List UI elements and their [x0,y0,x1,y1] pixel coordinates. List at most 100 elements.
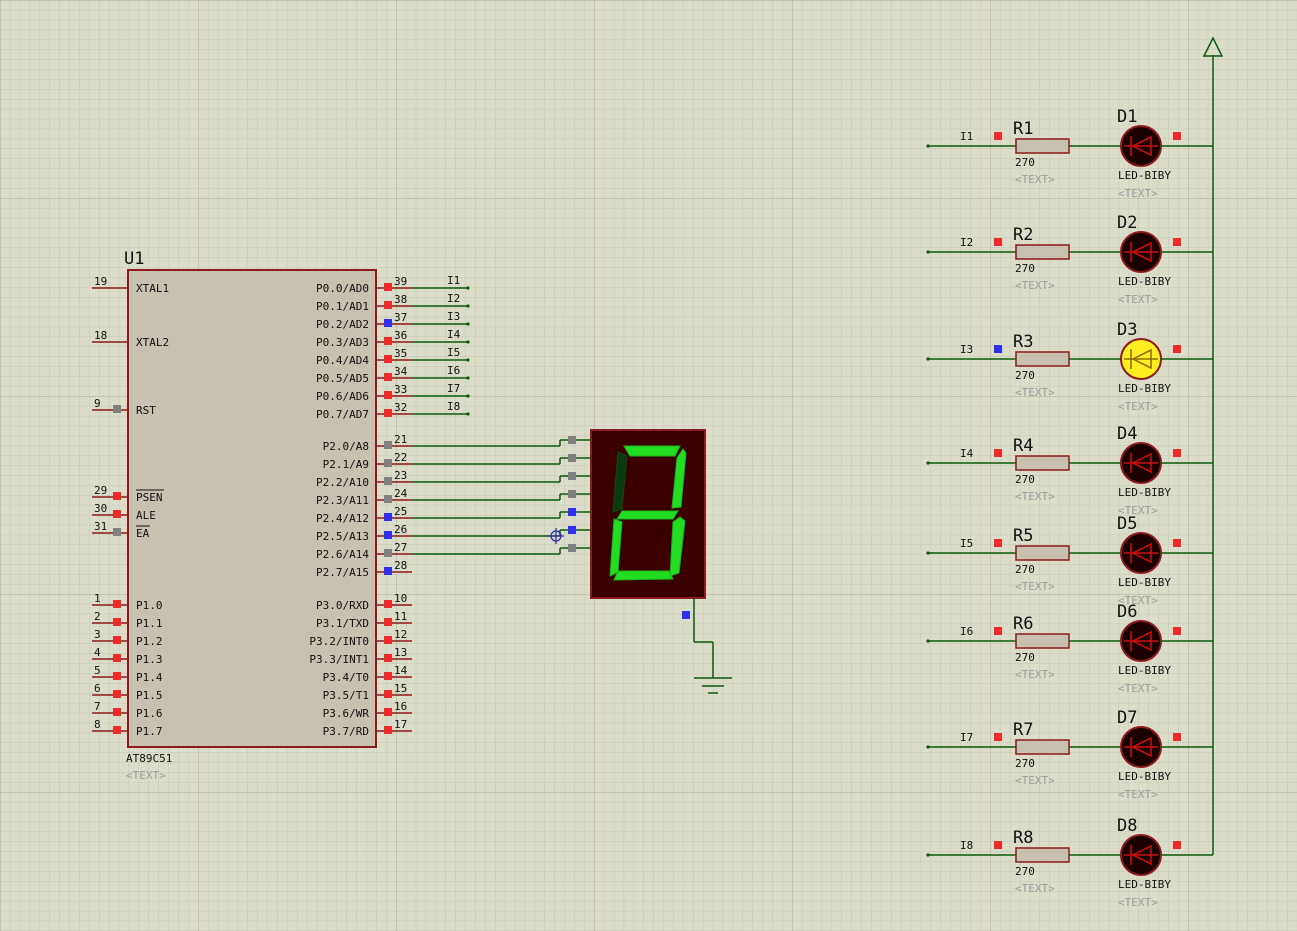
resistor-body[interactable] [1015,633,1070,649]
pin-state-blue [384,319,392,327]
pin-number: 26 [394,523,407,536]
pin-state-red [384,301,392,309]
net-label: I2 [447,292,460,305]
pin-name: P2.3/A11 [316,494,369,507]
wire-end-dot [926,551,930,555]
led-pin-state [1173,733,1181,741]
pin-state-red [113,690,121,698]
led-part: LED-BIBY [1118,486,1171,499]
pin-number: 16 [394,700,407,713]
pin-number: 5 [94,664,101,677]
pin-name: P1.7 [136,725,163,738]
pin-name: P1.0 [136,599,163,612]
pin-name: P0.3/AD3 [316,336,369,349]
pin-name: P0.7/AD7 [316,408,369,421]
wire-end-dot [926,250,930,254]
resistor-ref: R3 [1013,332,1033,352]
pin-state-red [113,708,121,716]
pin-state-red [384,618,392,626]
net-label: I8 [447,400,460,413]
wire-end-dot [926,357,930,361]
resistor-body[interactable] [1015,138,1070,154]
net-pin-state [994,345,1002,353]
pin-name: P2.4/A12 [316,512,369,525]
net-label: I3 [960,343,973,356]
display-pin-grey [568,490,576,498]
pin-state-blue [384,513,392,521]
pin-number: 1 [94,592,101,605]
wire-end-dot [926,639,930,643]
wire-end-dot [466,412,470,416]
resistor-body[interactable] [1015,847,1070,863]
mcu-ref: U1 [124,249,144,269]
resistor-body[interactable] [1015,351,1070,367]
resistor-text-placeholder: <TEXT> [1015,279,1055,292]
led-part: LED-BIBY [1118,169,1171,182]
display-pin-blue [568,508,576,516]
net-label: I2 [960,236,973,249]
pin-name: P2.6/A14 [316,548,369,561]
net-pin-state [994,539,1002,547]
resistor-ref: R2 [1013,225,1033,245]
pin-state-red [384,654,392,662]
net-label: I1 [447,274,460,287]
wire-end-dot [466,322,470,326]
pin-state-red [384,391,392,399]
pin-state-grey [384,549,392,557]
pin-state-grey [113,528,121,536]
resistor-ref: R7 [1013,720,1033,740]
resistor-body[interactable] [1015,545,1070,561]
resistor-body[interactable] [1015,244,1070,260]
led-pin-state [1173,449,1181,457]
resistor-body[interactable] [1015,455,1070,471]
pin-name: P2.7/A15 [316,566,369,579]
wire-end-dot [466,304,470,308]
resistor-value: 270 [1015,757,1035,770]
pin-name: P3.7/RD [323,725,369,738]
pin-state-red [384,355,392,363]
segment-d [613,570,674,581]
wire-end-dot [926,461,930,465]
net-label: I6 [960,625,973,638]
wire-end-dot [466,376,470,380]
mcu-text-placeholder: <TEXT> [126,769,166,782]
pin-state-grey [113,405,121,413]
pin-name: P1.1 [136,617,163,630]
led-part: LED-BIBY [1118,275,1171,288]
pin-number: 36 [394,329,407,342]
pin-number: 8 [94,718,101,731]
led-ref: D6 [1117,602,1137,622]
led-ref: D4 [1117,424,1137,444]
pin-number: 14 [394,664,408,677]
pin-number: 24 [394,487,408,500]
pin-number: 31 [94,520,107,533]
pin-name: P3.6/WR [323,707,370,720]
pin-state-red [384,373,392,381]
pin-name: XTAL1 [136,282,169,295]
pin-number: 7 [94,700,101,713]
led-ref: D5 [1117,514,1137,534]
schematic-canvas[interactable]: U1 AT89C51 <TEXT> 19XTAL118XTAL29RST29PS… [0,0,1297,931]
led-pin-state [1173,238,1181,246]
pin-name: EA [136,527,150,540]
pin-name: P3.0/RXD [316,599,369,612]
display-pin-grey [568,436,576,444]
pin-number: 13 [394,646,407,659]
pin-name: PSEN [136,491,163,504]
pin-name: P0.4/AD4 [316,354,369,367]
pin-number: 3 [94,628,101,641]
pin-name: ALE [136,509,156,522]
pin-number: 23 [394,469,407,482]
pin-number: 34 [394,365,408,378]
ground-pin-blue [682,611,690,619]
pin-name: P0.6/AD6 [316,390,369,403]
pin-state-grey [384,441,392,449]
wire-end-dot [926,144,930,148]
resistor-body[interactable] [1015,739,1070,755]
pin-name: P3.2/INT0 [309,635,369,648]
pin-number: 19 [94,275,107,288]
resistor-value: 270 [1015,262,1035,275]
resistor-value: 270 [1015,563,1035,576]
pin-name: P1.3 [136,653,163,666]
display-pin-grey [568,454,576,462]
